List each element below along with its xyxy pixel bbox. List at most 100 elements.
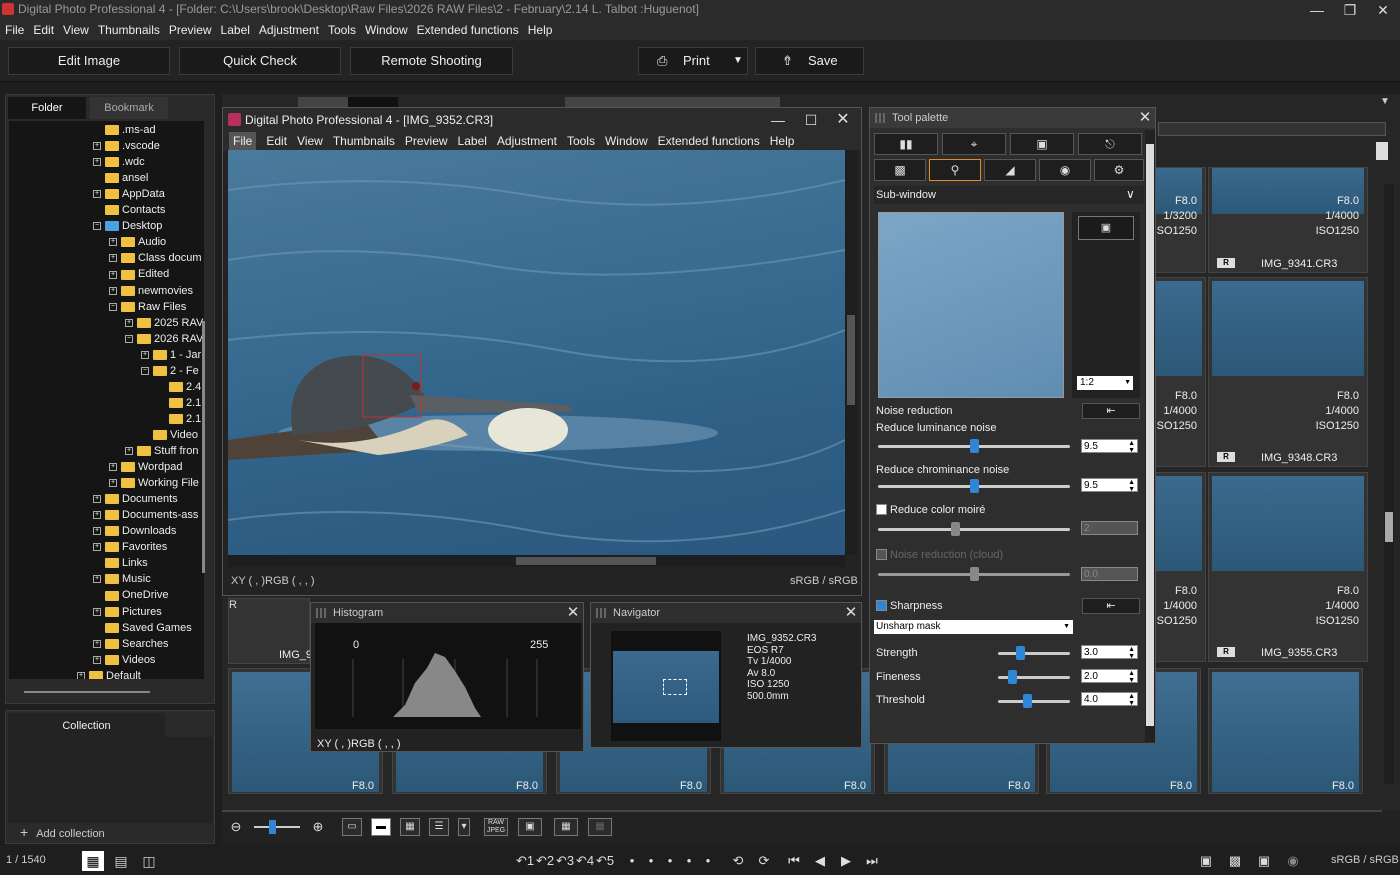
- star-2-icon[interactable]: •: [641, 852, 661, 870]
- fit-view-icon[interactable]: ▣: [1078, 216, 1134, 240]
- moire-knob[interactable]: [950, 522, 960, 536]
- close-icon[interactable]: ✕: [1368, 0, 1398, 20]
- moire-slider[interactable]: [878, 522, 1070, 536]
- expand-toggle-icon[interactable]: +: [93, 142, 101, 151]
- filter-on-button[interactable]: [298, 97, 348, 107]
- folder-tree-item[interactable]: .ms-ad: [93, 122, 156, 138]
- thumb-size-slider[interactable]: [254, 820, 300, 834]
- expand-toggle-icon[interactable]: +: [109, 270, 117, 279]
- strength-slider[interactable]: [998, 646, 1070, 660]
- luminance-knob[interactable]: [970, 439, 979, 453]
- zoom-in-icon[interactable]: ⊕: [308, 818, 328, 836]
- threshold-value[interactable]: 4.0 ▲ ▼: [1081, 692, 1138, 707]
- expand-toggle-icon[interactable]: +: [93, 527, 101, 536]
- restore-icon[interactable]: ❐: [1335, 0, 1365, 20]
- navigator-preview[interactable]: [611, 631, 721, 741]
- thumbnail[interactable]: R IMG_9: [228, 598, 312, 664]
- folder-tree-item[interactable]: + Pictures: [93, 604, 162, 620]
- detail-tab-icon[interactable]: ⚲: [929, 159, 981, 181]
- folder-tree-item[interactable]: + Default: [77, 668, 141, 679]
- grip-icon[interactable]: [316, 608, 326, 618]
- last-image-icon[interactable]: ⏭: [862, 852, 882, 870]
- grid-scrollbar[interactable]: [1384, 184, 1394, 784]
- expand-toggle-icon[interactable]: +: [93, 158, 101, 167]
- expand-toggle-icon[interactable]: +: [93, 543, 101, 552]
- folder-tree-item[interactable]: 2.4: [157, 379, 201, 395]
- tree-hscrollbar[interactable]: [24, 691, 150, 693]
- rating-4-icon[interactable]: ↶4: [575, 852, 595, 870]
- folder-tree-item[interactable]: + Stuff fron: [125, 443, 198, 459]
- split-view-icon[interactable]: ◫: [138, 851, 160, 871]
- view-dropdown-icon[interactable]: ▾: [458, 818, 470, 836]
- threshold-knob[interactable]: [1022, 694, 1032, 708]
- first-image-icon[interactable]: ⏮: [784, 852, 804, 870]
- folder-tree-item[interactable]: + Wordpad: [109, 459, 182, 475]
- spinner-icon[interactable]: ▲ ▼: [1128, 479, 1135, 493]
- sort-by-select[interactable]: [565, 97, 780, 107]
- spinner-icon[interactable]: ▲ ▼: [1128, 693, 1135, 707]
- folder-tree-item[interactable]: Links: [93, 555, 148, 571]
- grid-spin-button[interactable]: [1376, 142, 1388, 160]
- zoom-select[interactable]: 1:2 ▼: [1077, 376, 1133, 390]
- menu-tools[interactable]: Tools: [328, 20, 356, 40]
- subwindow-preview[interactable]: [878, 212, 1064, 398]
- folder-tree-item[interactable]: − 2026 RAV: [125, 331, 203, 347]
- preview-view-icon[interactable]: ▤: [110, 851, 132, 871]
- rotate-left-icon[interactable]: ⟲: [728, 852, 748, 870]
- viewer-vscrollbar[interactable]: [845, 150, 857, 555]
- cloud-nr-value[interactable]: 0.0: [1081, 567, 1138, 581]
- folder-tree-item[interactable]: − Desktop: [93, 218, 162, 234]
- camera-icon[interactable]: ◉: [1283, 852, 1303, 870]
- menu-extended-functions[interactable]: Extended functions: [417, 20, 519, 40]
- stamp-tab-icon[interactable]: ⎋: [1078, 133, 1142, 155]
- viewer-close-icon[interactable]: ✕: [828, 110, 858, 130]
- viewer-menu-adjustment[interactable]: Adjustment: [497, 132, 557, 150]
- grip-icon[interactable]: [875, 113, 885, 123]
- dropdown-arrow-icon[interactable]: ▼: [733, 48, 743, 74]
- menu-file[interactable]: File: [5, 20, 24, 40]
- expand-toggle-icon[interactable]: +: [93, 575, 101, 584]
- expand-toggle-icon[interactable]: +: [109, 463, 117, 472]
- expand-toggle-icon[interactable]: +: [125, 447, 133, 456]
- list-view-icon[interactable]: ☰: [429, 818, 449, 836]
- rating-2-icon[interactable]: ↶2: [535, 852, 555, 870]
- filter-off-button[interactable]: [348, 97, 398, 107]
- folder-tree-item[interactable]: Saved Games: [93, 620, 192, 636]
- grip-icon[interactable]: [596, 608, 606, 618]
- viewer-maximize-icon[interactable]: ☐: [796, 110, 826, 130]
- menu-thumbnails[interactable]: Thumbnails: [98, 20, 160, 40]
- grid-menu-arrow-icon[interactable]: ▼: [1380, 96, 1390, 107]
- chrominance-slider[interactable]: [878, 479, 1070, 493]
- save-button[interactable]: ⇮ Save: [755, 47, 864, 75]
- viewer-menu-view[interactable]: View: [297, 132, 323, 150]
- luminance-value[interactable]: 9.5 ▲ ▼: [1081, 439, 1138, 454]
- folder-tree-item[interactable]: +1 - Jar: [141, 347, 201, 363]
- previous-image-icon[interactable]: ◀: [810, 852, 830, 870]
- expand-toggle-icon[interactable]: +: [93, 495, 101, 504]
- cloud-nr-checkbox[interactable]: [876, 549, 887, 560]
- grid-2x2-icon[interactable]: ▦: [554, 818, 578, 836]
- menu-label[interactable]: Label: [221, 20, 250, 40]
- folder-tree-item[interactable]: + Favorites: [93, 539, 167, 555]
- expand-toggle-icon[interactable]: +: [109, 238, 117, 247]
- expand-toggle-icon[interactable]: −: [109, 302, 117, 311]
- quick-check-button[interactable]: Quick Check: [179, 47, 341, 75]
- folder-tree-item[interactable]: + AppData: [93, 186, 165, 202]
- fineness-value[interactable]: 2.0 ▲ ▼: [1081, 669, 1138, 684]
- expand-toggle-icon[interactable]: +: [93, 607, 101, 616]
- viewer-menu-edit[interactable]: Edit: [266, 132, 287, 150]
- star-3-icon[interactable]: •: [660, 852, 680, 870]
- palette-scrollbar[interactable]: [1145, 130, 1155, 742]
- viewer-vscroll-thumb[interactable]: [847, 315, 855, 405]
- tree-scrollbar[interactable]: [202, 321, 205, 573]
- menu-adjustment[interactable]: Adjustment: [259, 20, 319, 40]
- next-image-icon[interactable]: ▶: [836, 852, 856, 870]
- expand-toggle-icon[interactable]: +: [77, 671, 85, 679]
- folder-tree-item[interactable]: 2.1: [157, 395, 201, 411]
- thumbnail[interactable]: F8.0 1/4000 ISO1250 R IMG_9348.CR3: [1208, 277, 1368, 467]
- thumbnail[interactable]: F8.0 1/4000 ISO1250 R IMG_9341.CR3: [1208, 167, 1368, 273]
- palette-scroll-thumb[interactable]: [1146, 144, 1154, 726]
- sharpness-checkbox[interactable]: [876, 600, 887, 611]
- expand-toggle-icon[interactable]: −: [125, 334, 133, 343]
- rating-5-icon[interactable]: ↶5: [595, 852, 615, 870]
